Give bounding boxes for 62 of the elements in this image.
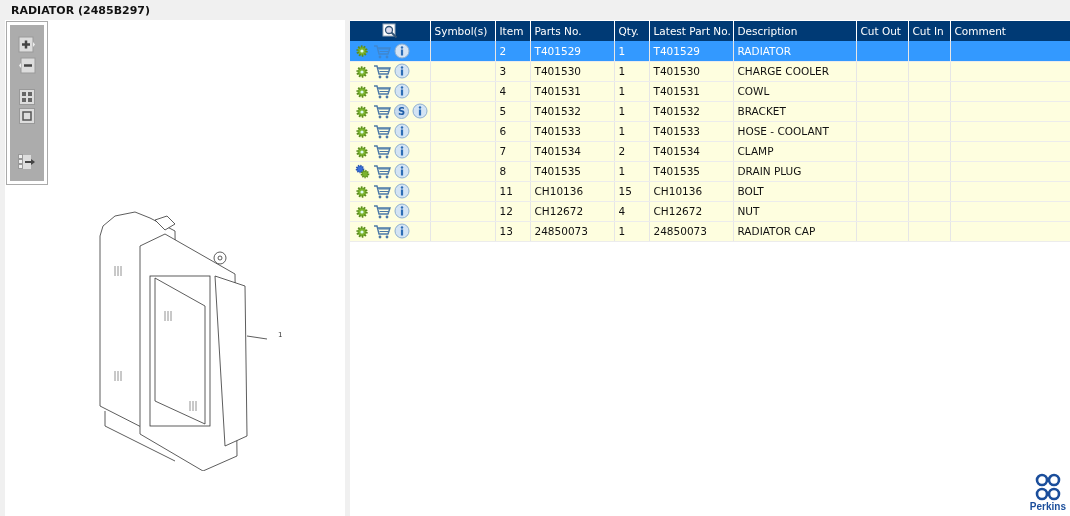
gear-icon[interactable] [355,143,370,159]
column-header[interactable] [350,21,430,41]
grid-icon[interactable] [19,89,35,105]
table-row[interactable]: S 5 T401532 1 T401532 BRACKET [350,101,1070,121]
export-icon[interactable] [18,154,36,170]
search-icon[interactable] [381,23,398,39]
table-cell: 2 [495,41,530,61]
info-icon[interactable] [394,163,410,179]
column-header[interactable]: Latest Part No. [649,21,733,41]
table-row[interactable]: 7 T401534 2 T401534 CLAMP [350,141,1070,161]
brand-name: Perkins [1029,501,1066,512]
info-icon[interactable] [394,143,410,159]
column-header[interactable]: Qty. [614,21,649,41]
frame-icon[interactable] [19,108,35,124]
zoom-in-icon[interactable] [18,36,36,54]
column-header[interactable]: Symbol(s) [430,21,495,41]
gear-icon[interactable] [355,123,370,139]
info-icon[interactable] [394,223,410,239]
cart-icon[interactable] [373,143,391,159]
info-icon[interactable] [412,103,428,119]
page-title: RADIATOR (2485B297) [11,3,151,17]
column-header[interactable]: Cut Out [856,21,908,41]
column-header[interactable]: Item [495,21,530,41]
zoom-out-icon[interactable] [18,57,36,75]
status-badge: S [394,103,409,119]
column-header[interactable]: Parts No. [530,21,614,41]
column-header[interactable]: Comment [950,21,1070,41]
info-icon[interactable] [394,63,410,79]
gear-icon[interactable] [355,43,370,59]
cart-icon[interactable] [373,83,391,99]
gear-icon[interactable] [355,183,370,199]
cart-icon[interactable] [373,183,391,199]
info-icon[interactable] [394,203,410,219]
column-header[interactable]: Cut In [908,21,950,41]
gears-icon[interactable] [355,163,370,179]
info-icon[interactable] [394,83,410,99]
cart-icon[interactable] [373,103,391,119]
info-icon[interactable] [394,183,410,199]
table-row[interactable]: 8 T401535 1 T401535 DRAIN PLUG [350,161,1070,181]
gear-icon[interactable] [355,203,370,219]
gear-icon[interactable] [355,63,370,79]
gear-icon[interactable] [355,83,370,99]
table-cell: RADIATOR [733,41,856,61]
info-icon[interactable] [394,123,410,139]
cart-icon[interactable] [373,163,391,179]
table-row[interactable]: 6 T401533 1 T401533 HOSE - COOLANT [350,121,1070,141]
column-header[interactable]: Description [733,21,856,41]
table-row[interactable]: 12 CH12672 4 CH12672 NUT [350,201,1070,221]
cart-icon[interactable] [373,123,391,139]
gear-icon[interactable] [355,103,370,119]
info-icon[interactable] [394,42,410,59]
cart-icon[interactable] [373,223,391,239]
table-row[interactable]: 4 T401531 1 T401531 COWL [350,81,1070,101]
table-cell: 1 [614,41,649,61]
table-row[interactable]: 11 CH10136 15 CH10136 BOLT [350,181,1070,201]
table-cell: T401529 [530,41,614,61]
table-row[interactable]: 3 T401530 1 T401530 CHARGE COOLER [350,61,1070,81]
table-cell: T401529 [649,41,733,61]
cart-icon[interactable] [373,203,391,219]
table-row[interactable]: 13 24850073 1 24850073 RADIATOR CAP [350,221,1070,241]
cart-icon[interactable] [373,63,391,79]
gear-icon[interactable] [355,223,370,239]
